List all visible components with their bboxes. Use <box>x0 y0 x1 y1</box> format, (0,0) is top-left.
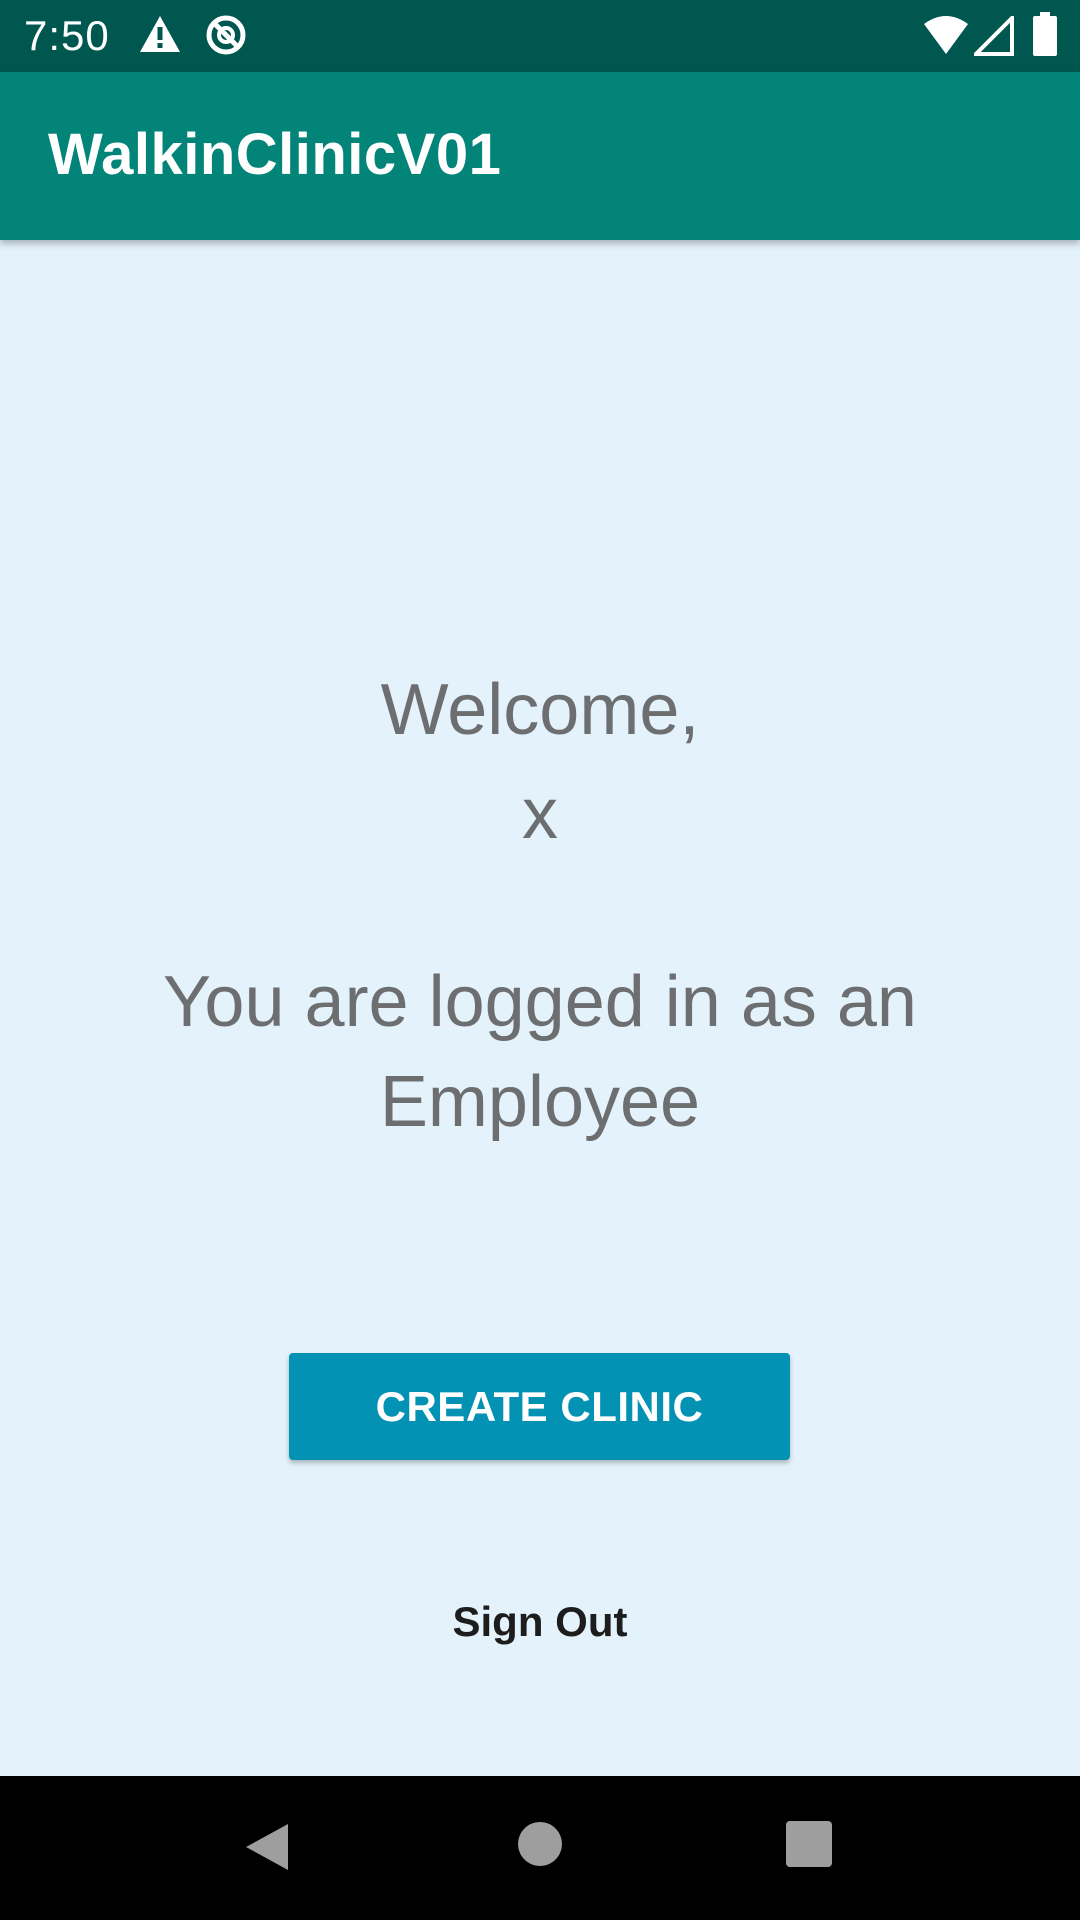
welcome-text: Welcome, <box>380 670 700 750</box>
main-content: Welcome, x You are logged in as an Emplo… <box>0 240 1080 1776</box>
wifi-icon <box>922 14 970 61</box>
status-time: 7:50 <box>24 12 110 59</box>
navigation-bar <box>0 1776 1080 1920</box>
battery-icon <box>1032 12 1058 61</box>
no-sim-icon <box>203 12 249 63</box>
back-icon[interactable] <box>244 1822 290 1877</box>
recents-icon[interactable] <box>786 1821 832 1872</box>
app-title: WalkinClinicV01 <box>48 122 502 187</box>
username-text: x <box>522 774 558 854</box>
sign-out-button[interactable]: Sign Out <box>390 1582 690 1662</box>
status-bar: 7:50 <box>0 0 1080 72</box>
create-clinic-button[interactable]: CREATE CLINIC <box>289 1353 790 1460</box>
role-message: You are logged in as an Employee <box>163 962 917 1142</box>
warning-icon <box>138 14 182 59</box>
home-icon[interactable] <box>517 1821 563 1872</box>
app-bar: WalkinClinicV01 <box>0 72 1080 240</box>
signal-icon <box>971 13 1014 61</box>
